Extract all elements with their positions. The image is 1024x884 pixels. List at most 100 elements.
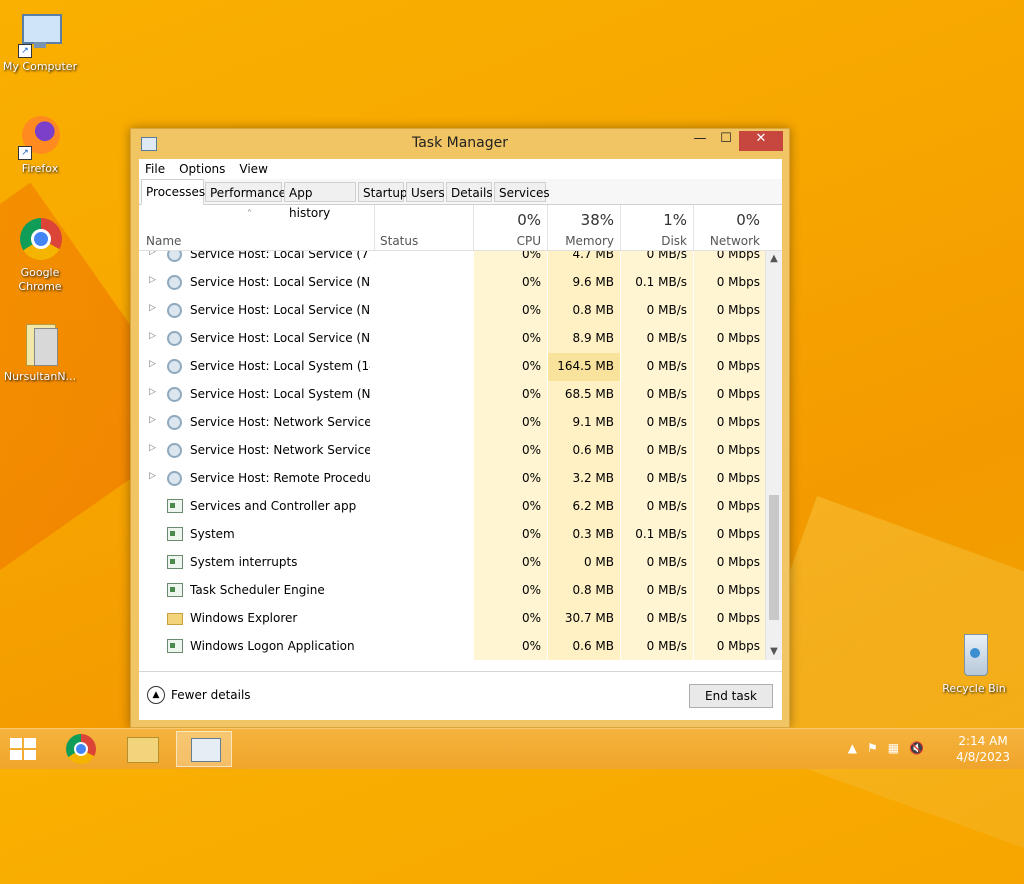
process-cpu: 0%	[521, 471, 541, 485]
gear-icon	[167, 251, 182, 262]
expand-arrow-icon[interactable]: ▷	[149, 303, 156, 313]
close-button[interactable]: ✕	[739, 131, 783, 151]
process-memory: 3.2 MB	[572, 471, 614, 485]
network-icon[interactable]: ▦	[888, 741, 899, 755]
clock[interactable]: 2:14 AM 4/8/2023	[956, 733, 1010, 765]
end-task-button[interactable]: End task	[689, 684, 773, 708]
table-row[interactable]: ▷ Service Host: Local Service (No ... 0% 8.…	[139, 325, 766, 353]
column-disk-label: Disk	[661, 234, 687, 248]
start-button[interactable]	[10, 738, 36, 760]
process-network: 0 Mbps	[716, 611, 760, 625]
process-network: 0 Mbps	[716, 499, 760, 513]
expand-arrow-icon[interactable]: ▷	[149, 387, 156, 397]
process-network: 0 Mbps	[716, 583, 760, 597]
process-cpu: 0%	[521, 639, 541, 653]
desktop-icon-recycle-bin[interactable]: Recycle Bin	[934, 632, 1014, 696]
clock-time: 2:14 AM	[958, 734, 1008, 748]
tab-performance[interactable]: Performance	[205, 182, 286, 202]
folder-icon	[127, 737, 159, 763]
volume-muted-icon[interactable]: 🔇	[909, 741, 924, 755]
column-network[interactable]: 0% Network	[694, 205, 766, 250]
desktop-icon-firefox[interactable]: ↗ Firefox	[0, 112, 80, 176]
flag-icon[interactable]: ⚑	[867, 741, 878, 755]
table-row[interactable]: ▷ Service Host: Network Service (5) 0% 9.1 …	[139, 409, 766, 437]
tab-users[interactable]: Users	[406, 182, 445, 202]
process-list: ▷ Service Host: Local Service (7) 0% 4.7 MB…	[139, 251, 782, 660]
menu-options[interactable]: Options	[179, 162, 225, 176]
table-row[interactable]: Windows Explorer 0% 30.7 MB 0 MB/s 0 Mbps	[139, 605, 766, 633]
scroll-down-icon[interactable]: ▼	[766, 644, 782, 660]
expand-arrow-icon[interactable]: ▷	[149, 443, 156, 453]
table-row[interactable]: ▷ Service Host: Local Service (Net... 0% 9.…	[139, 269, 766, 297]
expand-arrow-icon[interactable]: ▷	[149, 275, 156, 285]
column-status-label: Status	[380, 234, 419, 248]
table-row[interactable]: ▷ Service Host: Local Service (7) 0% 4.7 MB…	[139, 251, 766, 269]
process-name: Service Host: Remote Procedure...	[190, 471, 370, 485]
process-memory: 30.7 MB	[564, 611, 614, 625]
desktop-icon-google-chrome[interactable]: Google Chrome	[0, 216, 80, 294]
desktop-icon-label: My Computer	[2, 60, 78, 73]
process-memory: 0.3 MB	[572, 527, 614, 541]
table-row[interactable]: ▷ Service Host: Local System (Net... 0% 68.…	[139, 381, 766, 409]
fewer-details-button[interactable]: ▲ Fewer details	[147, 686, 251, 704]
process-memory: 6.2 MB	[572, 499, 614, 513]
expand-arrow-icon[interactable]: ▷	[149, 251, 156, 257]
process-network: 0 Mbps	[716, 275, 760, 289]
sort-indicator-icon: ˄	[247, 209, 252, 220]
tab-services[interactable]: Services	[494, 182, 550, 202]
expand-arrow-icon[interactable]: ▷	[149, 471, 156, 481]
taskbar-file-explorer[interactable]	[114, 731, 170, 767]
column-memory[interactable]: 38% Memory	[548, 205, 620, 250]
column-network-label: Network	[709, 234, 760, 248]
desktop-icon-folder[interactable]: NursultanN...	[0, 320, 80, 384]
expand-arrow-icon[interactable]: ▷	[149, 415, 156, 425]
tab-startup[interactable]: Startup	[358, 182, 408, 202]
taskbar-chrome[interactable]	[54, 731, 110, 767]
table-row[interactable]: System 0% 0.3 MB 0.1 MB/s 0 Mbps	[139, 521, 766, 549]
table-row[interactable]: Task Scheduler Engine 0% 0.8 MB 0 MB/s 0 Mbp…	[139, 577, 766, 605]
column-status[interactable]: Status	[375, 205, 473, 250]
process-cpu: 0%	[521, 527, 541, 541]
menu-view[interactable]: View	[239, 162, 267, 176]
window-icon	[167, 527, 183, 541]
minimize-button[interactable]: —	[687, 131, 713, 151]
gear-icon	[167, 359, 182, 374]
table-row[interactable]: ▷ Service Host: Local Service (No I... 0% 0…	[139, 297, 766, 325]
desktop-icon-my-computer[interactable]: ↗ My Computer	[0, 10, 80, 74]
process-network: 0 Mbps	[716, 639, 760, 653]
tab-app-history[interactable]: App history	[284, 182, 356, 220]
process-name: System	[190, 527, 235, 541]
table-row[interactable]: Windows Logon Application 0% 0.6 MB 0 MB/s 0…	[139, 633, 766, 660]
tab-details[interactable]: Details	[446, 182, 493, 202]
gear-icon	[167, 331, 182, 346]
taskbar-task-manager[interactable]	[176, 731, 232, 767]
chevron-up-icon[interactable]: ▲	[848, 741, 857, 755]
table-row[interactable]: System interrupts 0% 0 MB 0 MB/s 0 Mbps	[139, 549, 766, 577]
column-disk[interactable]: 1% Disk	[621, 205, 693, 250]
menu-file[interactable]: File	[145, 162, 165, 176]
table-row[interactable]: ▷ Service Host: Local System (14) 0% 164.5 …	[139, 353, 766, 381]
scrollbar-thumb[interactable]	[769, 495, 779, 620]
process-name: Services and Controller app	[190, 499, 357, 513]
process-network: 0 Mbps	[716, 251, 760, 261]
vertical-scrollbar[interactable]: ▲ ▼	[765, 251, 782, 660]
column-cpu[interactable]: 0% CPU	[474, 205, 547, 250]
process-memory: 4.7 MB	[572, 251, 614, 261]
desktop-icon-label: NursultanN...	[3, 370, 77, 383]
table-row[interactable]: Services and Controller app 0% 6.2 MB 0 MB/…	[139, 493, 766, 521]
expand-arrow-icon[interactable]: ▷	[149, 331, 156, 341]
table-row[interactable]: ▷ Service Host: Network Service (... 0% 0.6…	[139, 437, 766, 465]
folder-icon	[167, 613, 183, 625]
scroll-up-icon[interactable]: ▲	[766, 251, 782, 267]
process-name: Service Host: Local Service (No ...	[190, 331, 370, 345]
column-name[interactable]: ˄ Name	[139, 205, 374, 250]
process-memory: 0.6 MB	[572, 443, 614, 457]
fewer-details-label: Fewer details	[171, 688, 251, 702]
process-name: Service Host: Local System (Net...	[190, 387, 370, 401]
maximize-button[interactable]: ☐	[713, 131, 739, 151]
title-bar[interactable]: Task Manager — ☐ ✕	[131, 129, 789, 159]
expand-arrow-icon[interactable]: ▷	[149, 359, 156, 369]
footer-bar: ▲ Fewer details End task	[139, 671, 782, 720]
table-row[interactable]: ▷ Service Host: Remote Procedure... 0% 3.2 …	[139, 465, 766, 493]
tab-processes[interactable]: Processes	[141, 179, 205, 205]
